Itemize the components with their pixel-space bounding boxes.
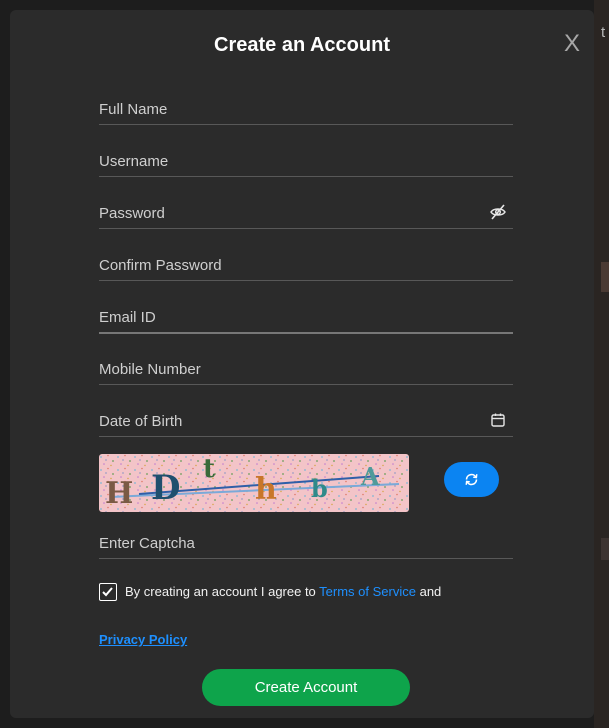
mobile-number-input[interactable] — [99, 356, 469, 382]
background-edge-text: t — [601, 24, 606, 41]
captcha-char: D — [151, 468, 181, 508]
username-input[interactable] — [99, 148, 469, 174]
agreement-text: By creating an account I agree to Terms … — [125, 584, 441, 599]
refresh-icon — [465, 473, 478, 486]
captcha-char: H — [105, 476, 134, 511]
background-page — [594, 0, 609, 728]
close-icon[interactable]: X — [560, 32, 584, 56]
confirm-password-input[interactable] — [99, 252, 469, 278]
agreement-text-before: By creating an account I agree to — [125, 584, 320, 599]
captcha-image: H D t h b A — [99, 454, 409, 512]
mobile-number-field — [99, 356, 513, 385]
captcha-input[interactable] — [99, 530, 469, 556]
background-shape — [601, 538, 609, 560]
email-field — [99, 304, 513, 334]
calendar-icon[interactable] — [489, 411, 507, 429]
full-name-field — [99, 96, 513, 125]
captcha-char: b — [311, 474, 328, 503]
password-field — [99, 200, 513, 229]
privacy-policy-link[interactable]: Privacy Policy — [99, 632, 187, 647]
captcha-char: t — [203, 454, 216, 484]
confirm-password-field — [99, 252, 513, 281]
date-of-birth-input[interactable] — [99, 408, 469, 434]
eye-slash-icon[interactable] — [489, 203, 507, 221]
terms-of-service-link[interactable]: Terms of Service — [319, 584, 416, 599]
password-input[interactable] — [99, 200, 469, 226]
agree-checkbox[interactable] — [99, 583, 117, 601]
modal-title: Create an Account — [214, 34, 390, 56]
checkmark-icon — [102, 587, 113, 597]
create-account-button[interactable]: Create Account — [202, 669, 410, 706]
captcha-char: h — [255, 472, 277, 507]
username-field — [99, 148, 513, 177]
date-of-birth-field — [99, 408, 513, 437]
captcha-char: A — [361, 462, 380, 491]
create-account-modal: Create an Account X Full Name Username E… — [10, 10, 594, 718]
email-input[interactable] — [99, 304, 469, 330]
agreement-text-after: and — [415, 584, 442, 599]
background-shape — [601, 262, 609, 292]
captcha-field — [99, 530, 513, 559]
refresh-captcha-button[interactable] — [444, 462, 499, 497]
full-name-input[interactable] — [99, 96, 469, 122]
